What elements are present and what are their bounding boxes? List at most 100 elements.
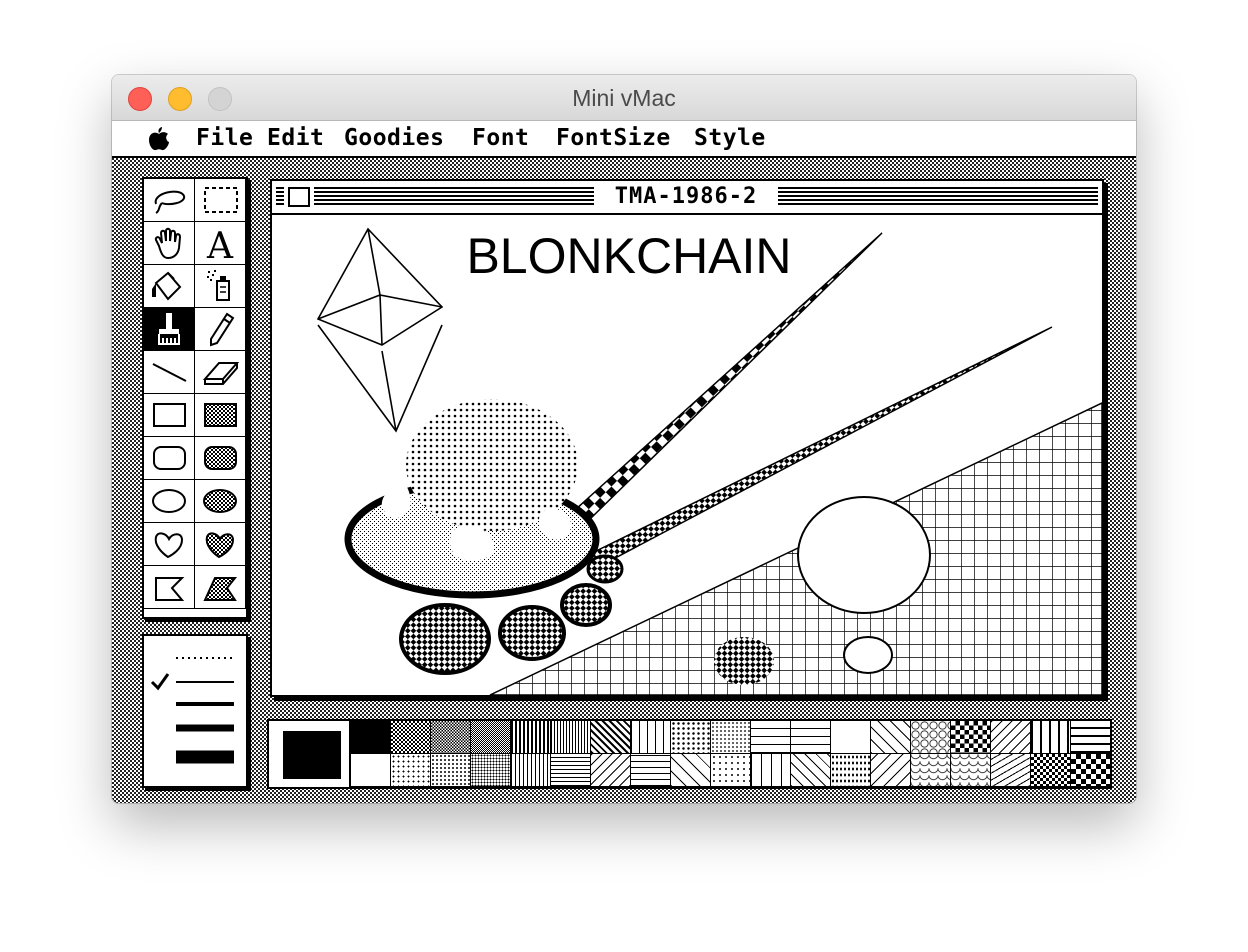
lasso-icon — [154, 190, 186, 214]
pattern-swatch[interactable] — [631, 721, 671, 754]
canvas-title-text: BLONKCHAIN — [466, 228, 791, 284]
document-close-box[interactable] — [288, 187, 310, 207]
pattern-swatch[interactable] — [791, 721, 831, 754]
apple-icon[interactable] — [148, 127, 170, 151]
pattern-swatch[interactable] — [911, 754, 951, 787]
document-window: TMA-1986-2 BLONKCHAIN — [270, 179, 1104, 697]
tool-lasso[interactable] — [144, 179, 195, 222]
pattern-swatch[interactable] — [631, 754, 671, 787]
current-pattern-box[interactable] — [269, 721, 351, 787]
rounded-rectangle-icon — [153, 446, 186, 470]
pattern-swatch[interactable] — [391, 754, 431, 787]
pattern-swatch[interactable] — [991, 754, 1031, 787]
pattern-palette — [267, 719, 1112, 789]
menu-file[interactable]: File — [196, 125, 253, 151]
tool-text[interactable]: A — [195, 222, 246, 265]
pattern-swatch[interactable] — [1031, 754, 1071, 787]
pattern-swatch[interactable] — [351, 754, 391, 787]
pattern-swatch[interactable] — [871, 754, 911, 787]
pattern-swatches — [351, 721, 1111, 787]
menu-bar: File Edit Goodies Font FontSize Style — [112, 121, 1136, 158]
checkered-oval — [498, 605, 566, 661]
pattern-swatch[interactable] — [711, 754, 751, 787]
emulator-window: Mini vMac File Edit Goodies Font FontSiz… — [112, 75, 1136, 803]
tool-filled-rounded-rectangle[interactable] — [195, 437, 246, 480]
checkered-oval — [560, 583, 612, 627]
pattern-swatch[interactable] — [511, 721, 551, 754]
polygon-icon — [155, 577, 185, 601]
tool-rectangle[interactable] — [144, 394, 195, 437]
filled-rounded-rectangle-icon — [204, 446, 237, 470]
current-pattern-swatch — [283, 731, 341, 779]
hand-icon — [154, 227, 182, 260]
pattern-swatch[interactable] — [591, 754, 631, 787]
selection-rect-icon — [204, 187, 238, 213]
desktop: A TMA-1986-2 BLONKCHAIN — [112, 158, 1136, 803]
document-title: TMA-1986-2 — [594, 183, 778, 211]
window-title: Mini vMac — [572, 85, 676, 111]
pattern-swatch[interactable] — [831, 721, 871, 754]
pattern-swatch[interactable] — [951, 721, 991, 754]
tool-filled-polygon[interactable] — [195, 566, 246, 609]
pattern-swatch[interactable] — [471, 721, 511, 754]
eraser-icon — [202, 362, 240, 385]
tool-polygon[interactable] — [144, 566, 195, 609]
tool-line[interactable] — [144, 351, 195, 394]
pattern-swatch[interactable] — [791, 754, 831, 787]
pattern-swatch[interactable] — [991, 721, 1031, 754]
filled-oval-icon — [203, 489, 237, 513]
drawing: BLONKCHAIN — [272, 215, 1102, 695]
tool-eraser[interactable] — [195, 351, 246, 394]
pattern-swatch[interactable] — [351, 721, 391, 754]
pattern-swatch[interactable] — [671, 754, 711, 787]
pattern-swatch[interactable] — [711, 721, 751, 754]
pattern-swatch[interactable] — [1071, 754, 1111, 787]
window-titlebar[interactable]: Mini vMac — [112, 75, 1136, 121]
tool-filled-oval[interactable] — [195, 480, 246, 523]
pattern-swatch[interactable] — [751, 721, 791, 754]
checkered-oval — [399, 603, 491, 675]
tool-paintbrush[interactable] — [144, 308, 195, 351]
tool-freeform[interactable] — [144, 523, 195, 566]
pattern-swatch[interactable] — [471, 754, 511, 787]
menu-font[interactable]: Font — [472, 125, 529, 151]
menu-goodies[interactable]: Goodies — [344, 125, 444, 151]
text-icon-glyph: A — [206, 226, 234, 265]
pattern-swatch[interactable] — [671, 721, 711, 754]
pattern-swatch[interactable] — [1031, 721, 1071, 754]
pattern-swatch[interactable] — [871, 721, 911, 754]
drawing-canvas[interactable]: BLONKCHAIN — [272, 215, 1102, 695]
line-icon — [152, 363, 187, 382]
pattern-swatch[interactable] — [551, 721, 591, 754]
pattern-swatch[interactable] — [951, 754, 991, 787]
tool-filled-rectangle[interactable] — [195, 394, 246, 437]
menu-style[interactable]: Style — [694, 125, 766, 151]
tool-selection-rectangle[interactable] — [195, 179, 246, 222]
menu-edit[interactable]: Edit — [267, 125, 324, 151]
checkmark-icon — [150, 673, 170, 691]
pattern-swatch[interactable] — [431, 754, 471, 787]
document-titlebar[interactable]: TMA-1986-2 — [272, 181, 1102, 215]
pattern-swatch[interactable] — [751, 754, 791, 787]
tool-spray-can[interactable] — [195, 265, 246, 308]
tool-pencil[interactable] — [195, 308, 246, 351]
pattern-swatch[interactable] — [911, 721, 951, 754]
tool-rounded-rectangle[interactable] — [144, 437, 195, 480]
pattern-swatch[interactable] — [511, 754, 551, 787]
tool-oval[interactable] — [144, 480, 195, 523]
filled-rectangle-icon — [204, 403, 237, 427]
pattern-swatch[interactable] — [1071, 721, 1111, 754]
checkered-oval — [586, 554, 624, 584]
tool-filled-freeform[interactable] — [195, 523, 246, 566]
tool-grabber[interactable] — [144, 222, 195, 265]
pattern-swatch[interactable] — [831, 754, 871, 787]
menu-fontsize[interactable]: FontSize — [556, 125, 671, 151]
tool-paint-bucket[interactable] — [144, 265, 195, 308]
pattern-swatch[interactable] — [591, 721, 631, 754]
pattern-swatch[interactable] — [391, 721, 431, 754]
text-icon: A — [206, 226, 234, 265]
line-width-options — [150, 657, 234, 764]
pattern-swatch[interactable] — [431, 721, 471, 754]
white-circle — [843, 636, 893, 674]
pattern-swatch[interactable] — [551, 754, 591, 787]
